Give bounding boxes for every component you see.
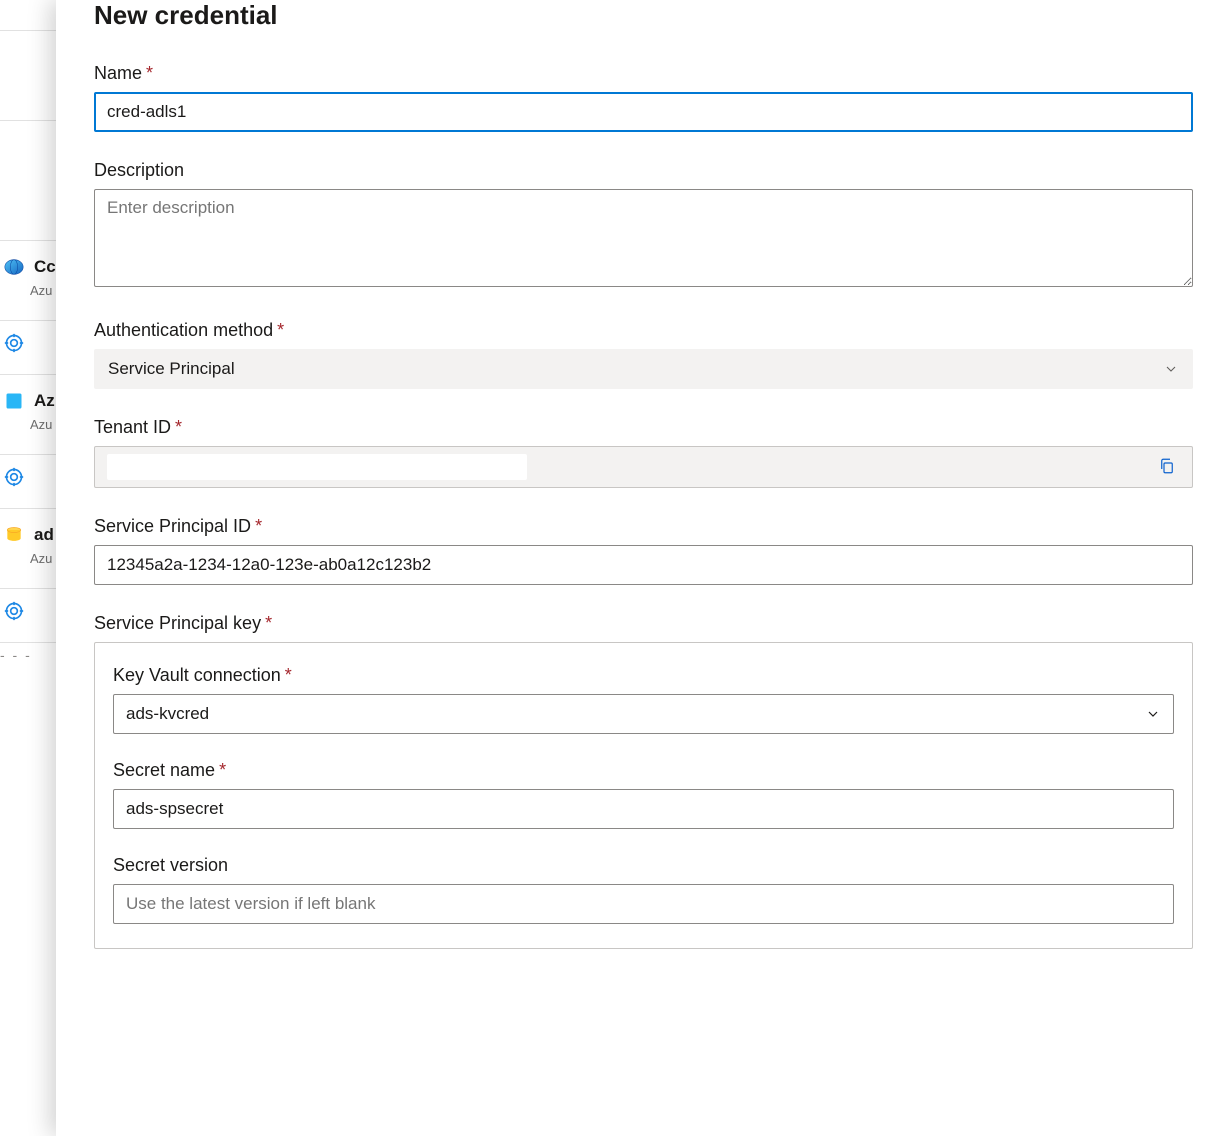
tenant-id-masked-value [107, 454, 527, 480]
description-label: Description [94, 160, 1193, 181]
bg-item-row[interactable]: Az Azu [0, 375, 56, 455]
required-asterisk-icon: * [285, 665, 292, 685]
bg-item-sub: Azu [30, 417, 56, 432]
sp-key-fieldset: Key Vault connection* ads-kvcred Secret … [94, 642, 1193, 949]
bg-top-strip [0, 0, 56, 31]
secret-name-label-text: Secret name [113, 760, 215, 780]
target-icon [2, 331, 26, 355]
required-asterisk-icon: * [277, 320, 284, 340]
tenant-id-label-text: Tenant ID [94, 417, 171, 437]
bg-item-row[interactable]: ad Azu [0, 509, 56, 589]
copy-tenant-id-button[interactable] [1154, 453, 1180, 482]
sp-key-label-text: Service Principal key [94, 613, 261, 633]
kv-connection-label-text: Key Vault connection [113, 665, 281, 685]
bg-item-title: Az [34, 391, 55, 411]
target-icon [2, 465, 26, 489]
tenant-id-field [94, 446, 1193, 488]
name-label-text: Name [94, 63, 142, 83]
tenant-id-group: Tenant ID* [94, 417, 1193, 488]
panel-title: New credential [94, 0, 1193, 31]
bg-item-sub: Azu [30, 551, 56, 566]
bg-item-row[interactable] [0, 455, 56, 509]
name-input[interactable] [94, 92, 1193, 132]
square-icon [2, 389, 26, 413]
kv-connection-select[interactable]: ads-kvcred [113, 694, 1174, 734]
bg-item-row[interactable] [0, 321, 56, 375]
required-asterisk-icon: * [146, 63, 153, 83]
bg-item-title: Cc [34, 257, 56, 277]
target-icon [2, 599, 26, 623]
required-asterisk-icon: * [175, 417, 182, 437]
required-asterisk-icon: * [255, 516, 262, 536]
bg-dashes-row: - - - [0, 643, 56, 667]
bg-row-spacer [0, 121, 56, 241]
chevron-down-icon [1145, 706, 1161, 722]
sp-key-label: Service Principal key* [94, 613, 1193, 634]
new-credential-panel: New credential Name* Description Authent… [56, 0, 1231, 1136]
auth-method-value: Service Principal [108, 359, 235, 379]
globe-icon [2, 255, 26, 279]
chevron-down-icon [1163, 361, 1179, 377]
name-label: Name* [94, 63, 1193, 84]
auth-method-select[interactable]: Service Principal [94, 349, 1193, 389]
sp-id-label: Service Principal ID* [94, 516, 1193, 537]
kv-connection-label: Key Vault connection* [113, 665, 1174, 686]
auth-method-label: Authentication method* [94, 320, 1193, 341]
required-asterisk-icon: * [219, 760, 226, 780]
bg-item-row[interactable]: Cc Azu [0, 241, 56, 321]
bg-item-sub: Azu [30, 283, 56, 298]
bg-item-title: ad [34, 525, 54, 545]
description-textarea[interactable] [94, 189, 1193, 287]
sp-key-group: Service Principal key* Key Vault connect… [94, 613, 1193, 949]
kv-connection-group: Key Vault connection* ads-kvcred [113, 665, 1174, 734]
sp-id-label-text: Service Principal ID [94, 516, 251, 536]
copy-icon [1158, 457, 1176, 478]
secret-version-group: Secret version [113, 855, 1174, 924]
secret-name-input[interactable] [113, 789, 1174, 829]
tenant-id-label: Tenant ID* [94, 417, 1193, 438]
sp-id-input[interactable] [94, 545, 1193, 585]
bg-item-row[interactable] [0, 589, 56, 643]
secret-name-label: Secret name* [113, 760, 1174, 781]
database-icon [2, 523, 26, 547]
auth-method-group: Authentication method* Service Principal [94, 320, 1193, 389]
description-group: Description [94, 160, 1193, 292]
auth-method-label-text: Authentication method [94, 320, 273, 340]
sp-id-group: Service Principal ID* [94, 516, 1193, 585]
name-group: Name* [94, 63, 1193, 132]
kv-connection-value: ads-kvcred [126, 704, 209, 724]
secret-version-input[interactable] [113, 884, 1174, 924]
secret-version-label: Secret version [113, 855, 1174, 876]
required-asterisk-icon: * [265, 613, 272, 633]
bg-list: Cc Azu Az Azu [0, 121, 56, 667]
secret-name-group: Secret name* [113, 760, 1174, 829]
bg-sub-strip [0, 31, 56, 121]
